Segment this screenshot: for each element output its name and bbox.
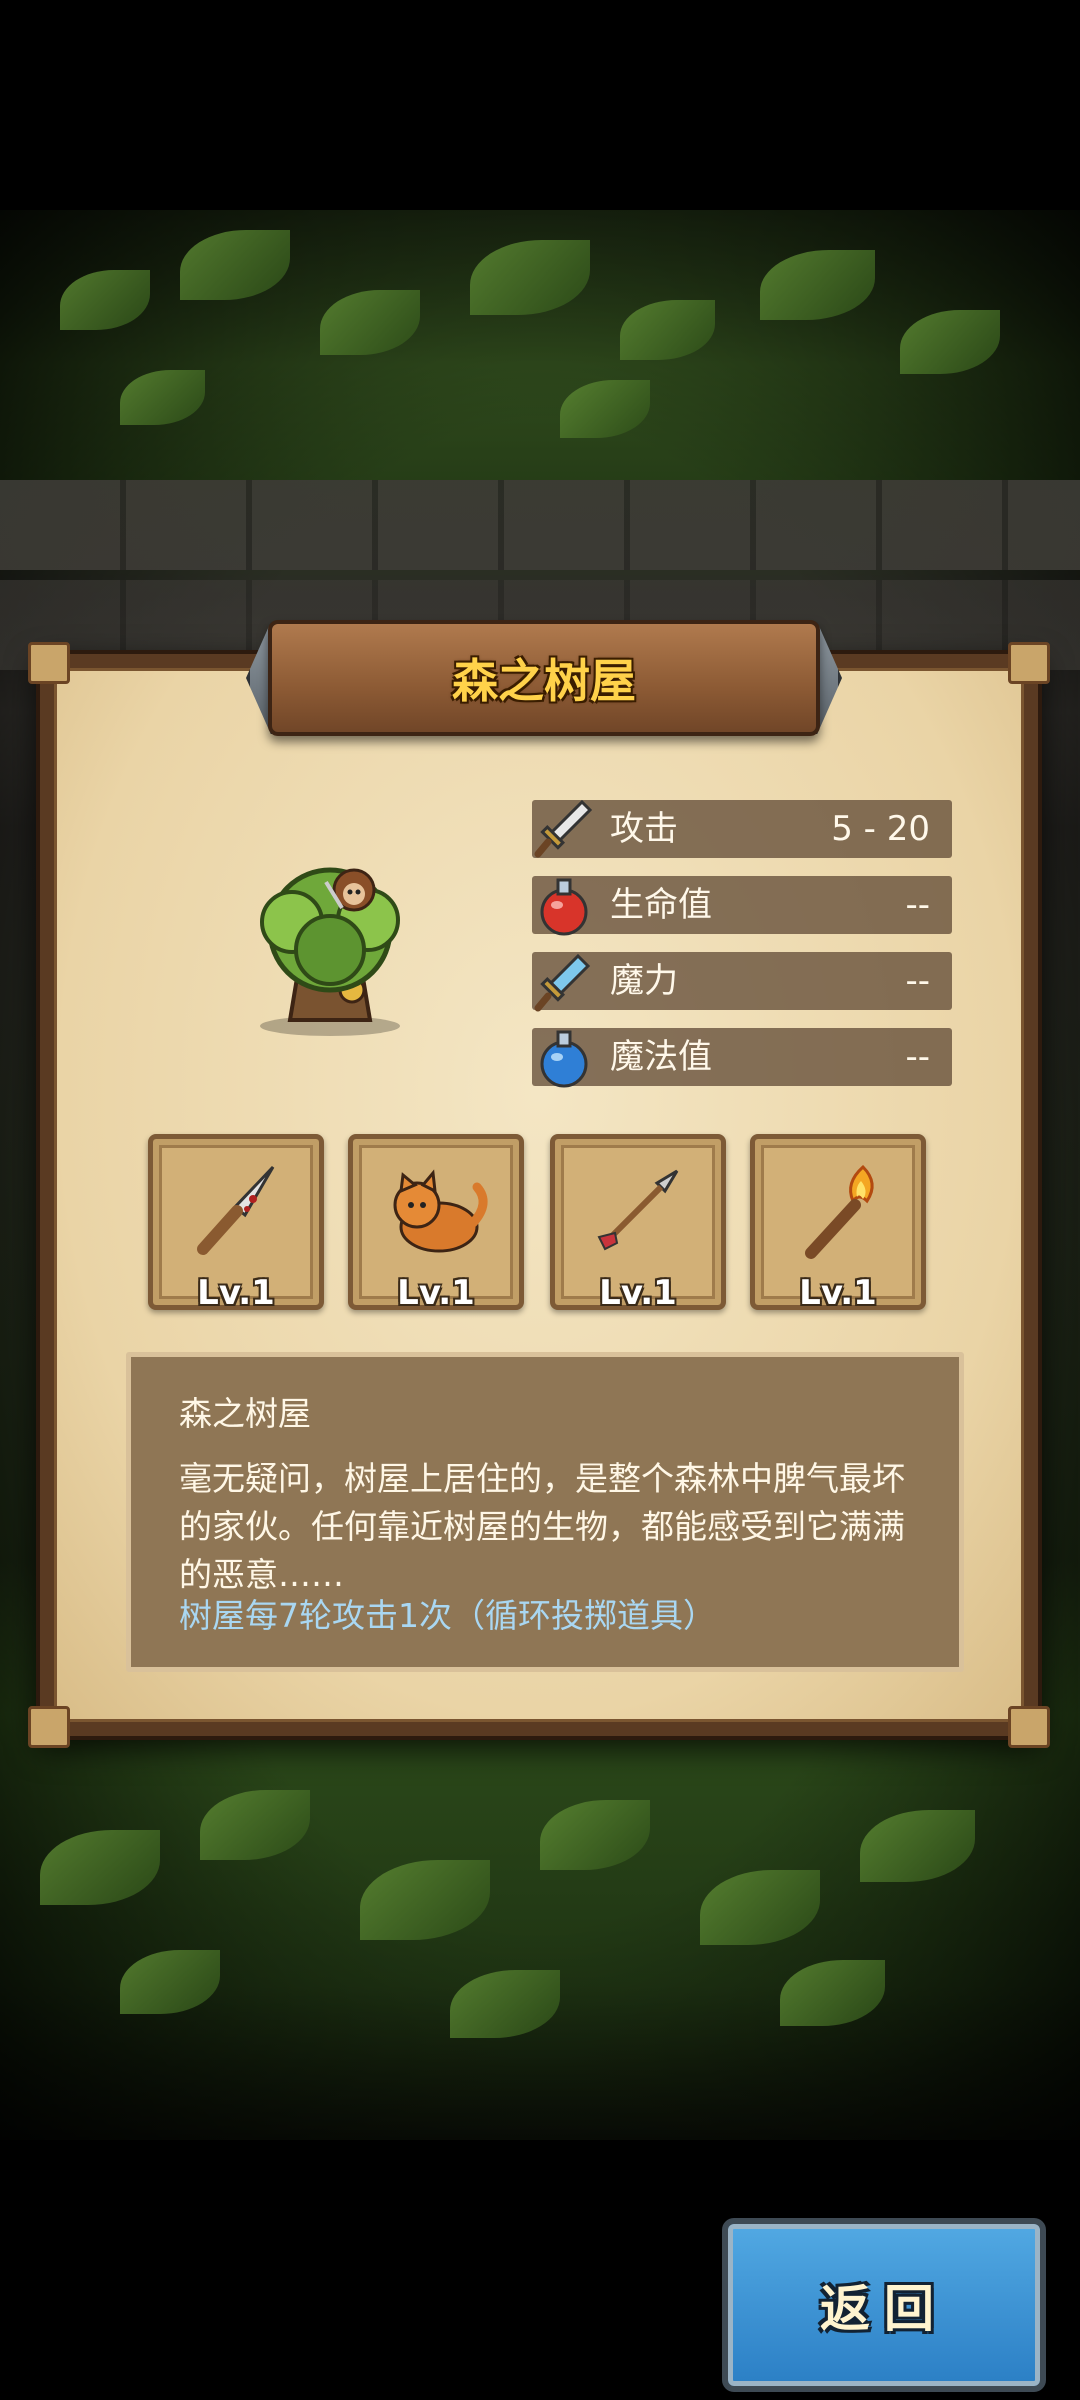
panel-corner	[1008, 1706, 1050, 1748]
panel-corner	[28, 1706, 70, 1748]
description-box: 森之树屋 毫无疑问，树屋上居住的，是整个森林中脾气最坏的家伙。任何靠近树屋的生物…	[126, 1352, 964, 1672]
equipment-level: Lv.1	[397, 1273, 475, 1313]
magic-sword-icon	[532, 948, 596, 1014]
sword-icon	[532, 796, 596, 862]
description-body: 毫无疑问，树屋上居住的，是整个森林中脾气最坏的家伙。任何靠近树屋的生物，都能感受…	[179, 1459, 905, 1594]
stat-label: 生命值	[610, 885, 712, 925]
equipment-level: Lv.1	[599, 1273, 677, 1313]
treehouse-icon	[260, 867, 400, 1036]
stat-hp: 生命值 --	[532, 876, 952, 936]
stat-label: 魔力	[610, 961, 678, 1001]
back-button-label: 返回	[820, 2280, 948, 2338]
equipment-slot-cat[interactable]: Lv.1	[348, 1134, 524, 1313]
stat-label: 攻击	[610, 809, 678, 849]
page-title: 森之树屋	[452, 654, 636, 708]
torch-icon	[805, 1164, 874, 1259]
equipment-slot-arrow[interactable]: Lv.1	[550, 1134, 726, 1313]
arrow-icon	[597, 1169, 679, 1251]
stat-value: --	[905, 885, 930, 925]
equipment-slot-dagger[interactable]: Lv.1	[148, 1134, 324, 1313]
cat-icon	[393, 1169, 488, 1253]
stat-value: --	[905, 1037, 930, 1077]
equipment-level: Lv.1	[799, 1273, 877, 1313]
panel-corner	[28, 642, 70, 684]
equipment-level: Lv.1	[197, 1273, 275, 1313]
treehouse-portrait	[230, 840, 430, 1040]
panel-corner	[1008, 642, 1050, 684]
red-potion-icon	[532, 872, 596, 938]
stat-mana-power: 魔力 --	[532, 952, 952, 1012]
stat-value: --	[905, 961, 930, 1001]
description-title: 森之树屋	[179, 1394, 311, 1433]
description-note: 树屋每7轮攻击1次（循环投掷道具）	[179, 1596, 716, 1635]
stat-value: 5 - 20	[831, 809, 930, 849]
dagger-icon	[197, 1165, 275, 1255]
stat-attack: 攻击 5 - 20	[532, 799, 952, 858]
blue-potion-icon	[532, 1024, 596, 1090]
stat-label: 魔法值	[610, 1037, 712, 1077]
title-banner: 森之树屋	[268, 620, 820, 736]
back-button[interactable]: 返回	[722, 2218, 1046, 2392]
stat-mp: 魔法值 --	[532, 1028, 952, 1088]
equipment-slot-torch[interactable]: Lv.1	[750, 1134, 926, 1313]
